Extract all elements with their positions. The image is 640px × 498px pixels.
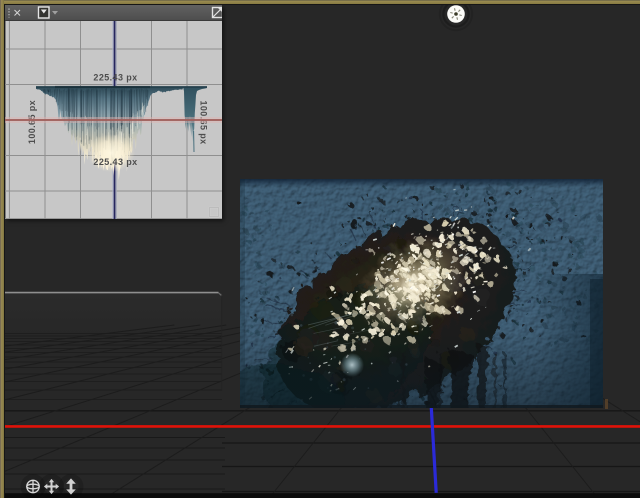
svg-text:225.43 px: 225.43 px (93, 157, 137, 167)
svg-text:225.43 px: 225.43 px (93, 73, 137, 83)
